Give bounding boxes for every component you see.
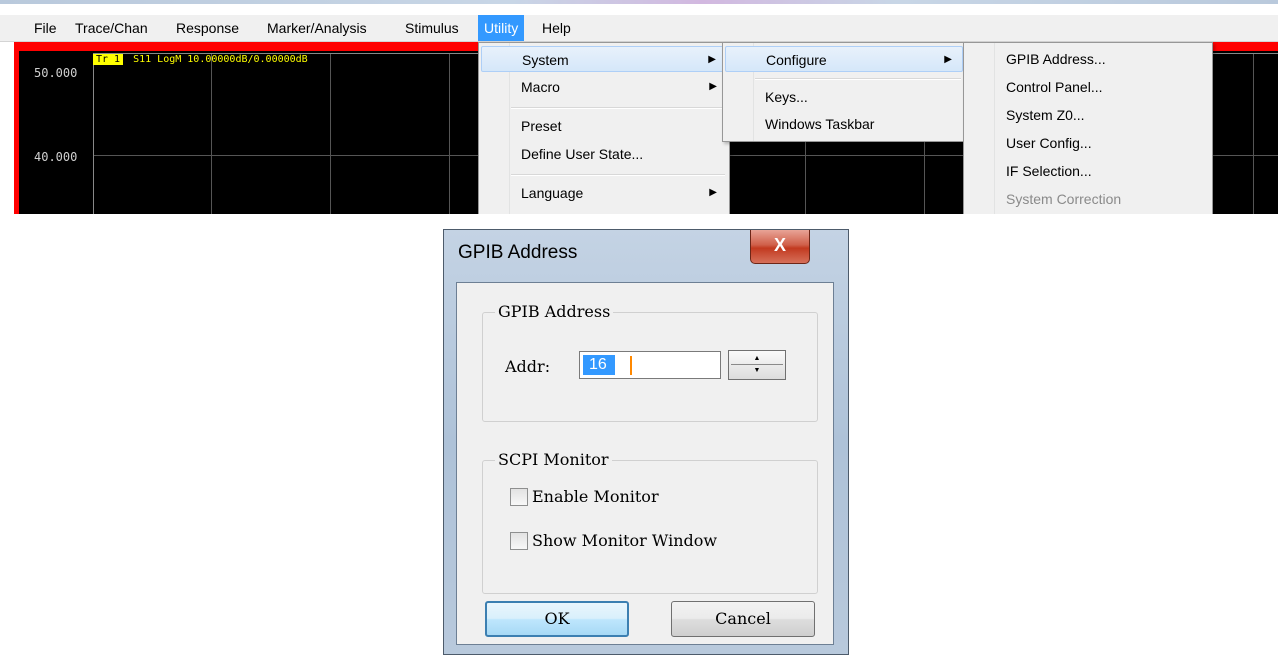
menu-item-label: Windows Taskbar (765, 116, 875, 132)
trace-label[interactable]: Tr 1 (93, 54, 124, 65)
menu-item-label: IF Selection... (1006, 163, 1092, 179)
menu-item-define-user-state[interactable]: Define User State... (481, 141, 727, 167)
menu-item-system-correction: System Correction (966, 186, 1210, 212)
submenu-arrow-icon: ▶ (709, 81, 717, 92)
submenu-arrow-icon: ▶ (709, 187, 717, 198)
grid-line (1253, 54, 1254, 214)
menu-bar: File Trace/Chan Response Marker/Analysis… (0, 15, 1278, 42)
menu-file[interactable]: File (28, 15, 63, 41)
menu-item-configure[interactable]: Configure ▶ (725, 46, 963, 72)
ok-button[interactable]: OK (485, 601, 629, 637)
menu-item-label: System Z0... (1006, 107, 1085, 123)
menu-item-label: Macro (521, 79, 560, 95)
y-tick-label: 50.000 (34, 66, 78, 80)
menu-item-label: System (522, 52, 569, 68)
menu-separator (511, 174, 725, 176)
close-button[interactable]: X (750, 230, 810, 264)
trace-header: Tr 1 S11 LogM 10.00000dB/0.00000dB (93, 53, 308, 66)
grid-line (330, 54, 331, 214)
utility-menu: System ▶ Macro ▶ Preset Define User Stat… (478, 42, 730, 214)
menu-item-label: System Correction (1006, 191, 1122, 207)
menu-response[interactable]: Response (170, 15, 245, 41)
grid-line (449, 54, 450, 214)
dialog-title: GPIB Address (458, 242, 578, 263)
show-monitor-window-checkbox[interactable] (510, 532, 528, 550)
submenu-arrow-icon: ▶ (944, 54, 952, 65)
spin-down-icon[interactable]: ▼ (729, 367, 785, 375)
dialog-client-area: GPIB Address Addr: 16 ▲ ▼ SCPI Monitor E… (456, 282, 834, 645)
menu-item-language[interactable]: Language ▶ (481, 180, 727, 206)
menu-item-if-selection[interactable]: IF Selection... (966, 158, 1210, 184)
menu-item-control-panel[interactable]: Control Panel... (966, 74, 1210, 100)
group-title: SCPI Monitor (495, 450, 612, 469)
configure-submenu: GPIB Address... Control Panel... System … (963, 42, 1213, 214)
menu-item-gpib-address[interactable]: GPIB Address... (966, 46, 1210, 72)
menu-item-label: Define User State... (521, 146, 644, 162)
enable-monitor-checkbox[interactable] (510, 488, 528, 506)
addr-input[interactable]: 16 (579, 351, 721, 379)
menu-separator (755, 78, 961, 80)
menu-item-keys[interactable]: Keys... (725, 84, 963, 110)
menu-item-label: Language (521, 185, 584, 201)
spin-up-icon[interactable]: ▲ (729, 355, 785, 363)
menu-item-system[interactable]: System ▶ (481, 46, 727, 72)
menu-trace-chan[interactable]: Trace/Chan (69, 15, 154, 41)
menu-utility[interactable]: Utility (478, 15, 525, 41)
window-title-edge (0, 0, 1278, 4)
trace-info: S11 LogM 10.00000dB/0.00000dB (133, 54, 308, 65)
system-submenu: Configure ▶ Keys... Windows Taskbar (722, 42, 966, 142)
menu-item-label: Control Panel... (1006, 79, 1103, 95)
menu-help[interactable]: Help (536, 15, 577, 41)
gpib-address-dialog: GPIB Address X GPIB Address Addr: 16 ▲ ▼… (443, 229, 849, 655)
menu-marker-analysis[interactable]: Marker/Analysis (261, 15, 373, 41)
menu-item-label: User Config... (1006, 135, 1092, 151)
spin-divider (731, 364, 783, 365)
menu-item-system-z0[interactable]: System Z0... (966, 102, 1210, 128)
text-caret (630, 356, 632, 375)
cancel-button[interactable]: Cancel (671, 601, 815, 637)
menu-item-label: GPIB Address... (1006, 51, 1106, 67)
menu-item-user-config[interactable]: User Config... (966, 130, 1210, 156)
grid-line (211, 54, 212, 214)
menu-item-label: Configure (766, 52, 827, 68)
scpi-monitor-group: SCPI Monitor Enable Monitor Show Monitor… (482, 450, 818, 594)
group-title: GPIB Address (495, 302, 614, 321)
menu-item-label: Keys... (765, 89, 808, 105)
menu-item-label: Preset (521, 118, 562, 134)
checkbox-label: Show Monitor Window (532, 531, 718, 550)
addr-spinner[interactable]: ▲ ▼ (728, 350, 786, 380)
addr-value: 16 (583, 355, 615, 375)
menu-item-macro[interactable]: Macro ▶ (481, 74, 727, 100)
submenu-arrow-icon: ▶ (708, 54, 716, 65)
addr-label: Addr: (505, 357, 551, 376)
y-tick-label: 40.000 (34, 150, 78, 164)
menu-item-windows-taskbar[interactable]: Windows Taskbar (725, 111, 963, 137)
menu-stimulus[interactable]: Stimulus (399, 15, 465, 41)
checkbox-label: Enable Monitor (532, 487, 659, 506)
menu-item-preset[interactable]: Preset (481, 113, 727, 139)
close-icon: X (773, 235, 786, 255)
gpib-address-group: GPIB Address Addr: 16 ▲ ▼ (482, 302, 818, 422)
menu-separator (511, 107, 725, 109)
analyzer-app-window: File Trace/Chan Response Marker/Analysis… (0, 0, 1278, 214)
